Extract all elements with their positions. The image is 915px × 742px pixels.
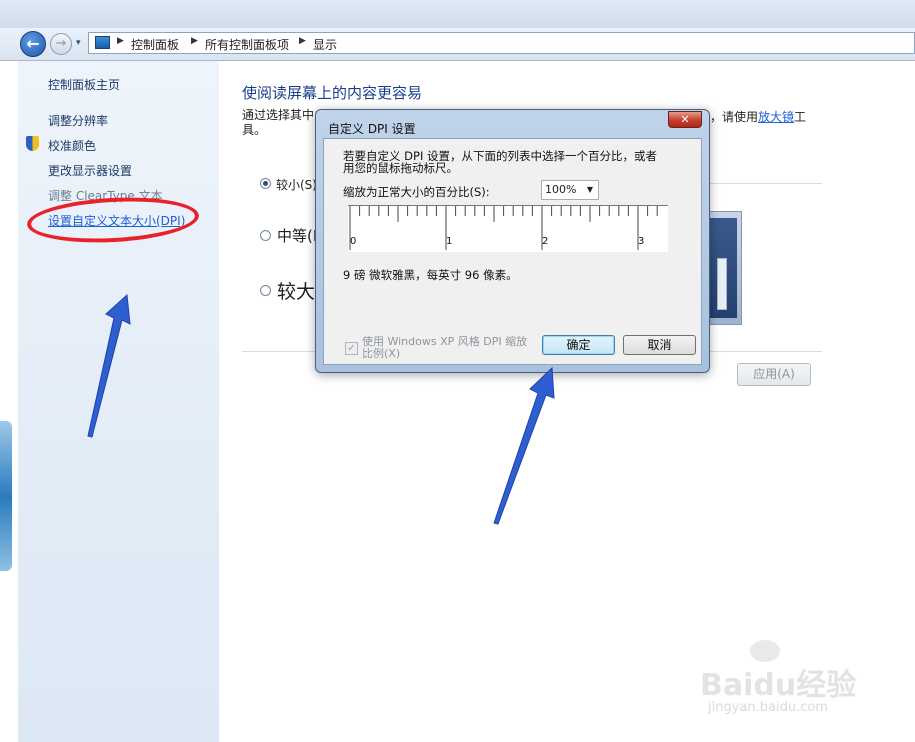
chevron-down-icon[interactable]: ▼	[587, 181, 593, 199]
breadcrumb-separator-icon[interactable]: ▶	[117, 36, 124, 46]
ruler-label-2: 2	[542, 236, 549, 247]
option-larger-label[interactable]: 较大	[277, 277, 315, 304]
breadcrumb-display[interactable]: 显示	[313, 36, 337, 53]
xp-style-label[interactable]: 使用 Windows XP 风格 DPI 缩放比例(X)	[362, 336, 532, 360]
navigation-bar: ← → ▾ ▶ 控制面板 ▶ 所有控制面板项 ▶ 显示	[0, 28, 915, 61]
breadcrumb-separator-icon[interactable]: ▶	[191, 36, 198, 46]
description-right: ，请使用放大镜工	[710, 108, 806, 125]
ruler-label-3: 3	[638, 236, 645, 247]
description-tail: ，请使用	[710, 110, 759, 124]
dialog-body: 若要自定义 DPI 设置，从下面的列表中选择一个百分比，或者用您的鼠标拖动标尺。…	[323, 138, 702, 365]
desktop-decoration	[0, 421, 12, 571]
breadcrumb-control-panel[interactable]: 控制面板	[131, 36, 179, 53]
watermark-brand: Baidu经验	[700, 668, 857, 703]
radio-smaller[interactable]	[260, 178, 271, 189]
scale-percentage-select[interactable]: 100% ▼	[541, 180, 599, 200]
ruler-label-0: 0	[350, 236, 357, 247]
sidebar-item-display-settings[interactable]: 更改显示器设置	[48, 162, 132, 179]
sidebar-item-adjust-resolution[interactable]: 调整分辨率	[48, 112, 108, 129]
preview-scrollbar	[717, 258, 727, 310]
description-prefix: 通过选择其中	[242, 108, 315, 122]
sidebar-item-calibrate-color[interactable]: 校准颜色	[48, 137, 96, 154]
radio-larger[interactable]	[260, 285, 271, 296]
background-strip	[0, 61, 18, 742]
scale-label: 缩放为正常大小的百分比(S):	[343, 185, 490, 199]
radio-medium[interactable]	[260, 230, 271, 241]
font-info: 9 磅 微软雅黑，每英寸 96 像素。	[343, 268, 518, 282]
dpi-ruler[interactable]: 0 1 2 3	[348, 205, 668, 252]
custom-dpi-dialog: 自定义 DPI 设置 ✕ 若要自定义 DPI 设置，从下面的列表中选择一个百分比…	[315, 109, 710, 373]
description-line2: 具。	[242, 123, 267, 137]
baidu-paw-icon	[750, 640, 780, 662]
xp-style-checkbox[interactable]: ✓	[345, 342, 358, 355]
back-button[interactable]: ←	[20, 31, 46, 57]
breadcrumb-separator-icon[interactable]: ▶	[299, 36, 306, 46]
ok-button[interactable]: 确定	[542, 335, 615, 355]
control-panel-icon	[95, 36, 110, 49]
uac-shield-icon	[26, 136, 39, 151]
ruler-ticks	[349, 206, 658, 250]
option-smaller-label[interactable]: 较小(S)	[276, 176, 317, 193]
preview-thumbnail	[706, 211, 742, 325]
sidebar-control-panel-home[interactable]: 控制面板主页	[48, 76, 120, 93]
scale-value: 100%	[545, 183, 577, 196]
dialog-title: 自定义 DPI 设置	[328, 122, 416, 136]
breadcrumb-all-items[interactable]: 所有控制面板项	[205, 36, 289, 53]
preview-screen	[709, 218, 737, 318]
page-title: 使阅读屏幕上的内容更容易	[242, 84, 423, 102]
magnifier-link[interactable]: 放大镜	[758, 110, 794, 124]
apply-button[interactable]: 应用(A)	[737, 363, 811, 386]
baidu-watermark: Baidu经验 jingyan.baidu.com	[700, 640, 870, 720]
dialog-instruction: 若要自定义 DPI 设置，从下面的列表中选择一个百分比，或者用您的鼠标拖动标尺。	[343, 149, 657, 175]
annotation-arrow-right	[493, 366, 555, 525]
ruler-label-1: 1	[446, 236, 453, 247]
history-dropdown-icon[interactable]: ▾	[76, 38, 81, 48]
forward-button[interactable]: →	[50, 33, 72, 55]
close-button[interactable]: ✕	[668, 111, 702, 128]
watermark-url: jingyan.baidu.com	[708, 700, 828, 715]
description-link-tail: 工	[794, 110, 807, 124]
address-bar[interactable]: ▶ 控制面板 ▶ 所有控制面板项 ▶ 显示	[88, 32, 915, 54]
cancel-button[interactable]: 取消	[623, 335, 696, 355]
window-top-strip	[0, 0, 915, 28]
